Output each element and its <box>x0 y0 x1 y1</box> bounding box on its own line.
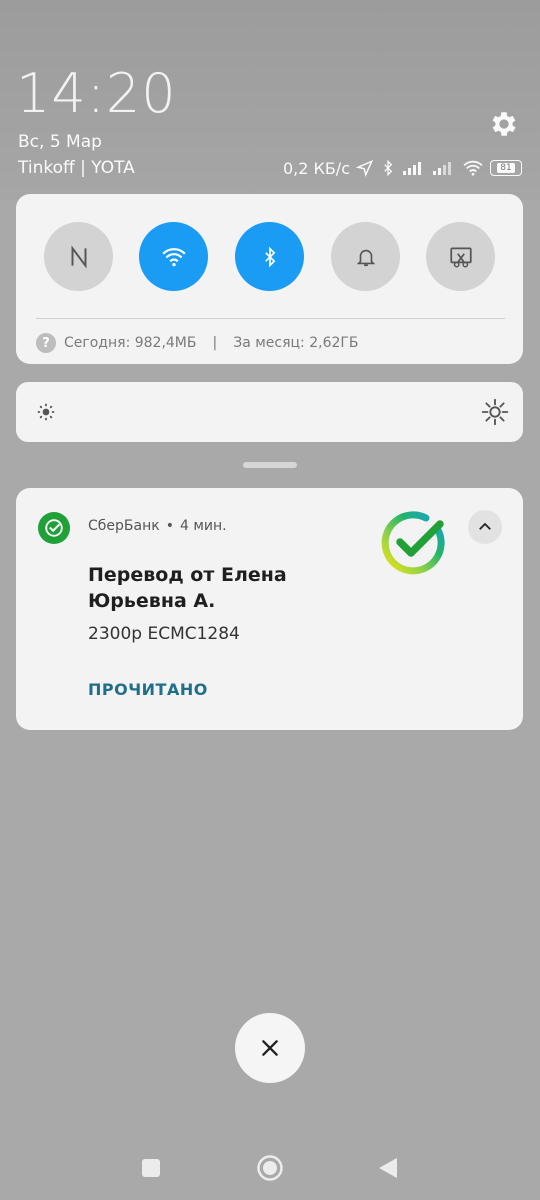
tile-wifi[interactable] <box>139 222 208 291</box>
battery-icon: 81 <box>490 160 522 176</box>
bluetooth-status-icon <box>380 159 396 177</box>
app-name: СберБанк <box>88 518 160 534</box>
navigation-bar <box>0 1140 540 1196</box>
nfc-icon <box>71 244 86 269</box>
mark-read-button[interactable]: ПРОЧИТАНО <box>88 680 208 699</box>
help-icon: ? <box>36 333 56 353</box>
drag-handle[interactable] <box>243 462 297 468</box>
tile-nfc[interactable] <box>44 222 113 291</box>
brightness-high-icon <box>481 398 509 426</box>
circle-icon <box>257 1155 283 1181</box>
back-button[interactable] <box>372 1152 404 1184</box>
home-button[interactable] <box>254 1152 286 1184</box>
usage-today: Сегодня: 982,4МБ <box>64 335 197 351</box>
wifi-status-icon <box>462 160 484 176</box>
collapse-button[interactable] <box>468 510 502 544</box>
wifi-icon <box>161 247 186 266</box>
chevron-up-icon <box>479 522 491 530</box>
notification-card[interactable]: СберБанк • 4 мин. Перевод от Елена Юрьев… <box>16 488 523 730</box>
carrier-label: Tinkoff | YOTA <box>18 158 135 178</box>
bluetooth-icon <box>264 246 275 267</box>
brightness-low-icon <box>37 403 55 421</box>
time-ago: 4 мин. <box>179 518 227 534</box>
status-icons: 0,2 КБ/с 81 <box>283 156 522 180</box>
sber-app-icon <box>38 512 70 544</box>
screenshot-icon <box>449 246 472 268</box>
notification-body: 2300р ECMC1284 <box>88 624 240 644</box>
quick-settings-panel: ? Сегодня: 982,4МБ | За месяц: 2,62ГБ <box>16 194 523 364</box>
square-icon <box>142 1159 160 1177</box>
tile-screenshot[interactable] <box>426 222 495 291</box>
usage-month: За месяц: 2,62ГБ <box>233 335 359 351</box>
triangle-back-icon <box>379 1158 397 1178</box>
tile-sound[interactable] <box>331 222 400 291</box>
tile-bluetooth[interactable] <box>235 222 304 291</box>
brightness-slider[interactable] <box>16 382 523 442</box>
network-speed: 0,2 КБ/с <box>282 158 350 178</box>
battery-level: 81 <box>497 163 515 173</box>
bell-icon <box>356 249 375 266</box>
signal-1-icon <box>402 160 426 176</box>
clear-all-button[interactable] <box>235 1013 305 1083</box>
signal-2-icon <box>432 160 456 176</box>
sber-logo-icon <box>381 511 445 575</box>
date: Вс, 5 Мар <box>18 132 102 152</box>
qs-divider <box>36 318 505 319</box>
usage-separator: | <box>212 335 218 351</box>
header-dot: • <box>165 518 174 534</box>
data-usage[interactable]: ? Сегодня: 982,4МБ | За месяц: 2,62ГБ <box>36 332 359 354</box>
recents-button[interactable] <box>135 1152 167 1184</box>
location-icon <box>356 159 374 177</box>
clock: 14:20 <box>16 62 177 125</box>
notification-header: СберБанк • 4 мин. <box>88 518 227 534</box>
close-icon <box>262 1040 278 1056</box>
notification-title: Перевод от Елена Юрьевна А. <box>88 564 287 612</box>
gear-icon[interactable] <box>488 108 520 140</box>
